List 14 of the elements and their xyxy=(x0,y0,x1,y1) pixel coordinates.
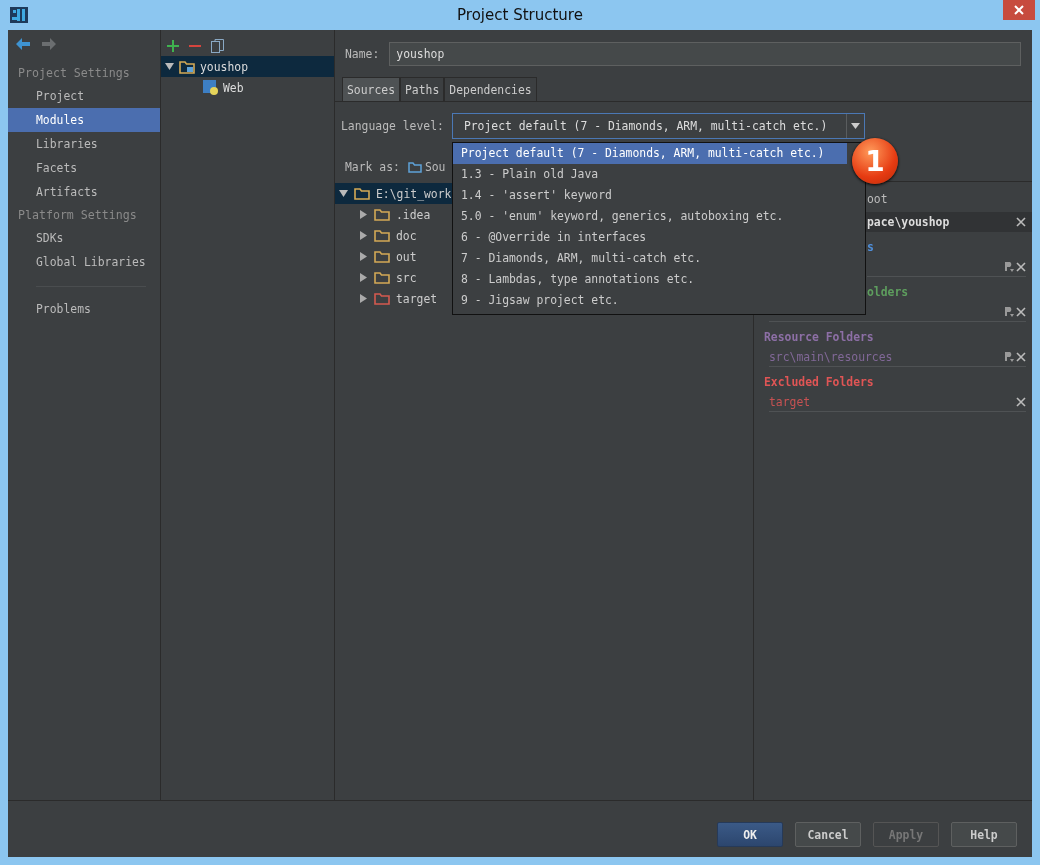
field-label: Mark as: xyxy=(345,160,400,174)
folder-group-title: s xyxy=(866,239,875,256)
step-number-badge: 1 xyxy=(852,138,898,184)
content-root-path: pace\youshop xyxy=(867,214,950,231)
folder-group-title: Excluded Folders xyxy=(763,374,875,391)
section-heading: Project Settings xyxy=(17,65,131,82)
field-label: Language level: xyxy=(341,119,444,133)
folder-group-title: olders xyxy=(866,284,910,301)
folder-group-title: Resource Folders xyxy=(763,329,875,346)
folder-path: src\main\resources xyxy=(769,349,893,364)
field-label: Name: xyxy=(345,47,380,61)
folder-path: target xyxy=(769,394,811,409)
section-heading: Platform Settings xyxy=(17,207,138,224)
window-title: Project Structure xyxy=(456,6,584,24)
